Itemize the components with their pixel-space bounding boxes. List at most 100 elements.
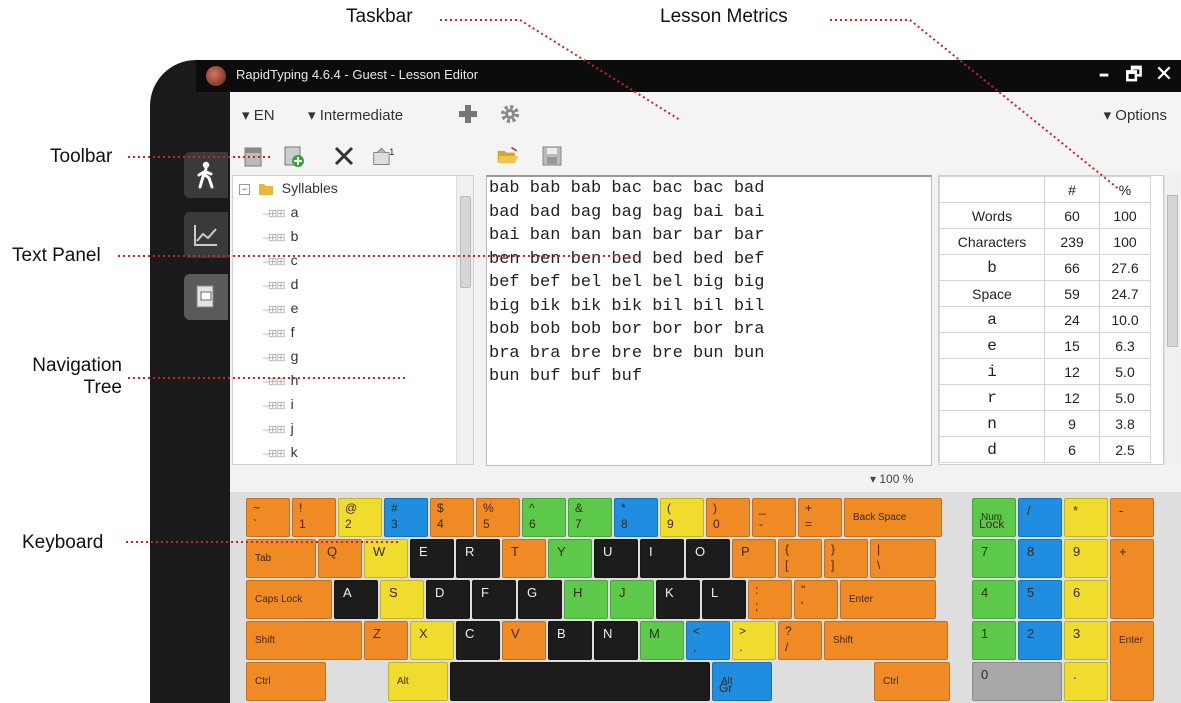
open-folder-button[interactable] <box>496 144 520 168</box>
key[interactable]: ^ 6 <box>522 498 566 537</box>
close-button[interactable]: ✕ <box>1153 61 1175 89</box>
key[interactable]: % 5 <box>476 498 520 537</box>
tree-item[interactable]: –⊞⊞ e <box>263 296 298 320</box>
tree-item[interactable]: –⊞⊞ d <box>263 272 298 296</box>
add-lesson-button[interactable] <box>282 144 306 168</box>
key[interactable]: Tab <box>246 539 316 578</box>
metrics-scroll-thumb[interactable] <box>1167 195 1178 347</box>
key[interactable]: L <box>702 580 746 619</box>
key[interactable]: + = <box>798 498 842 537</box>
save-button[interactable] <box>540 144 564 168</box>
key[interactable]: Ctrl <box>874 662 950 701</box>
tree-item[interactable]: –⊞⊞ j <box>263 416 294 440</box>
key[interactable]: {[ <box>778 539 822 578</box>
key[interactable]: Z <box>364 621 408 660</box>
key[interactable]: I <box>640 539 684 578</box>
key[interactable]: F <box>472 580 516 619</box>
key[interactable]: U <box>594 539 638 578</box>
tree-scroll-thumb[interactable] <box>460 196 471 288</box>
key[interactable]: 1 <box>972 621 1016 660</box>
key[interactable]: 6 <box>1064 580 1108 619</box>
key[interactable]: 9 <box>1064 539 1108 578</box>
key[interactable]: ) 0 <box>706 498 750 537</box>
tree-item[interactable]: –⊞⊞ f <box>263 320 294 344</box>
tree-item[interactable]: –⊞⊞ a <box>263 200 298 224</box>
collapse-icon[interactable]: − <box>239 183 250 195</box>
key[interactable]: _ - <box>752 498 796 537</box>
key[interactable]: <, <box>686 621 730 660</box>
key[interactable]: E <box>410 539 454 578</box>
key[interactable]: J <box>610 580 654 619</box>
key[interactable]: Enter <box>1110 621 1154 701</box>
delete-button[interactable] <box>332 144 356 168</box>
key[interactable]: Alt <box>388 662 448 701</box>
key[interactable]: :; <box>748 580 792 619</box>
sidebar-tab-typing[interactable] <box>184 152 228 198</box>
key[interactable]: + <box>1110 539 1154 619</box>
tree-scrollbar[interactable] <box>456 176 473 464</box>
key[interactable]: }] <box>824 539 868 578</box>
key[interactable]: Y <box>548 539 592 578</box>
key[interactable]: R <box>456 539 500 578</box>
tree-item[interactable]: –⊞⊞ g <box>263 344 298 368</box>
add-course-button[interactable] <box>458 104 478 128</box>
key[interactable]: 5 <box>1018 580 1062 619</box>
key[interactable]: / <box>1018 498 1062 537</box>
key[interactable]: B <box>548 621 592 660</box>
key[interactable]: 3 <box>1064 621 1108 660</box>
sidebar-tab-statistics[interactable] <box>184 212 228 258</box>
sidebar-tab-lesson-editor[interactable] <box>184 274 228 320</box>
key[interactable]: G <box>518 580 562 619</box>
key[interactable]: | \ <box>870 539 936 578</box>
key[interactable]: A <box>334 580 378 619</box>
key[interactable]: ! 1 <box>292 498 336 537</box>
key[interactable]: X <box>410 621 454 660</box>
key[interactable]: * <box>1064 498 1108 537</box>
key[interactable]: Alt Gr <box>712 662 772 701</box>
key[interactable]: " ' <box>794 580 838 619</box>
tree-item[interactable]: –⊞⊞ b <box>263 224 298 248</box>
key[interactable]: Back Space <box>844 498 942 537</box>
key[interactable]: 7 <box>972 539 1016 578</box>
key[interactable]: ~ ` <box>246 498 290 537</box>
key[interactable]: ? / <box>778 621 822 660</box>
tree-item[interactable]: –⊞⊞ c <box>263 248 298 272</box>
minimize-button[interactable]: – <box>1093 61 1115 89</box>
key[interactable]: Shift <box>824 621 948 660</box>
zoom-selector[interactable]: ▾ 100 % <box>870 472 913 486</box>
key[interactable]: 8 <box>1018 539 1062 578</box>
key[interactable]: V <box>502 621 546 660</box>
key[interactable]: Caps Lock <box>246 580 332 619</box>
text-panel[interactable]: bab bab bab bac bac bac bad bad bad bag b… <box>486 175 932 466</box>
tree-item[interactable]: –⊞⊞ h <box>263 368 298 392</box>
key[interactable]: & 7 <box>568 498 612 537</box>
key[interactable]: . <box>1064 662 1108 701</box>
tree-item[interactable]: –⊞⊞ k <box>263 440 298 464</box>
key[interactable]: S <box>380 580 424 619</box>
key[interactable]: * 8 <box>614 498 658 537</box>
options-dropdown[interactable]: ▾ Options <box>1104 106 1167 124</box>
key[interactable]: D <box>426 580 470 619</box>
tree-item[interactable]: –⊞⊞ i <box>263 392 294 416</box>
language-dropdown[interactable]: ▾ EN <box>242 106 275 124</box>
key[interactable]: @2 <box>338 498 382 537</box>
key[interactable]: N <box>594 621 638 660</box>
key[interactable]: T <box>502 539 546 578</box>
level-dropdown[interactable]: ▾ Intermediate <box>308 106 403 124</box>
new-lesson-button[interactable] <box>242 144 266 168</box>
rename-button[interactable]: 1 <box>372 144 396 168</box>
key[interactable]: 0 <box>972 662 1062 701</box>
key[interactable]: #3 <box>384 498 428 537</box>
key[interactable]: H <box>564 580 608 619</box>
key[interactable]: Shift <box>246 621 362 660</box>
key[interactable]: M <box>640 621 684 660</box>
key[interactable]: $4 <box>430 498 474 537</box>
key[interactable]: 2 <box>1018 621 1062 660</box>
settings-button[interactable] <box>500 104 520 128</box>
key[interactable]: - <box>1110 498 1154 537</box>
metrics-scrollbar[interactable] <box>1164 175 1179 463</box>
key[interactable]: W <box>364 539 408 578</box>
key[interactable] <box>450 662 710 701</box>
key[interactable]: Ctrl <box>246 662 326 701</box>
key[interactable]: O <box>686 539 730 578</box>
